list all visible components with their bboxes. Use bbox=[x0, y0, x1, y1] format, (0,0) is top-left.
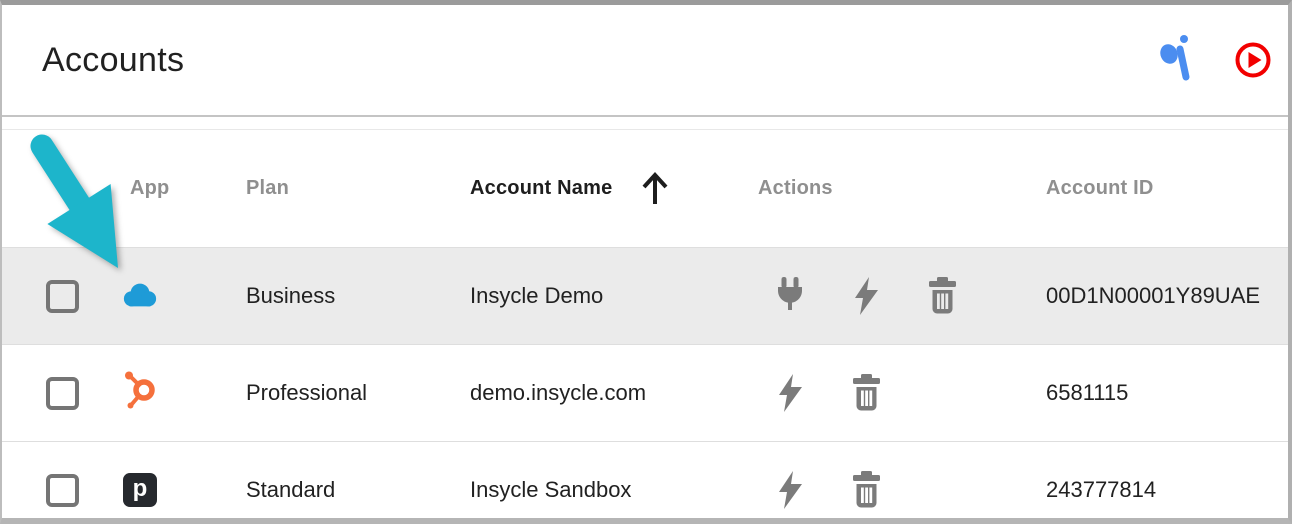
plug-icon[interactable] bbox=[773, 277, 807, 315]
trash-icon[interactable] bbox=[849, 374, 883, 412]
column-header-account-name[interactable]: Account Name bbox=[470, 171, 758, 207]
plan-cell: Standard bbox=[246, 477, 336, 502]
header-actions bbox=[1158, 33, 1288, 87]
column-header-actions[interactable]: Actions bbox=[758, 177, 1046, 200]
table-top-divider bbox=[2, 117, 1288, 130]
column-header-app[interactable]: App bbox=[110, 177, 246, 200]
actions-cell bbox=[758, 374, 1046, 412]
actions-cell bbox=[758, 471, 1046, 509]
account-name-cell: Insycle Demo bbox=[470, 283, 604, 308]
page-header: Accounts bbox=[2, 5, 1288, 117]
table-row: Professional demo.insycle.com 6581115 bbox=[2, 344, 1288, 441]
accounts-panel: Accounts App Plan Account Name Actions A… bbox=[0, 0, 1292, 524]
plan-cell: Business bbox=[246, 283, 336, 308]
account-id-cell: 6581115 bbox=[1046, 380, 1129, 405]
row-checkbox[interactable] bbox=[46, 376, 79, 410]
lightning-icon[interactable] bbox=[773, 374, 807, 412]
sort-ascending-icon bbox=[638, 171, 672, 207]
table-header-row: App Plan Account Name Actions Account ID bbox=[2, 130, 1288, 247]
account-id-cell: 243777814 bbox=[1046, 477, 1157, 502]
hubspot-sprocket-icon bbox=[122, 371, 158, 409]
lightning-icon[interactable] bbox=[849, 277, 883, 315]
lightning-icon[interactable] bbox=[773, 471, 807, 509]
table-row: p Standard Insycle Sandbox 243777814 bbox=[2, 441, 1288, 518]
row-select-cell bbox=[2, 376, 110, 410]
column-header-account-id[interactable]: Account ID bbox=[1046, 177, 1288, 200]
top-border-notch bbox=[628, 0, 850, 5]
row-app-cell bbox=[110, 277, 246, 315]
salesforce-cloud-icon bbox=[122, 277, 158, 313]
column-header-plan[interactable]: Plan bbox=[246, 177, 470, 200]
actions-cell bbox=[758, 277, 1046, 315]
row-select-cell bbox=[2, 473, 110, 507]
page-title: Accounts bbox=[42, 40, 185, 79]
play-icon[interactable] bbox=[1234, 41, 1272, 79]
table-row: Business Insycle Demo 00D1N00001Y89UAE bbox=[2, 247, 1288, 344]
row-app-cell bbox=[110, 371, 246, 414]
account-name-cell: demo.insycle.com bbox=[470, 380, 647, 405]
trash-icon[interactable] bbox=[849, 471, 883, 509]
trash-icon[interactable] bbox=[925, 277, 959, 315]
account-name-cell: Insycle Sandbox bbox=[470, 477, 632, 502]
account-id-cell: 00D1N00001Y89UAE bbox=[1046, 283, 1261, 308]
row-checkbox[interactable] bbox=[46, 473, 79, 507]
pipedrive-letter: p bbox=[123, 473, 157, 507]
row-checkbox[interactable] bbox=[46, 279, 79, 313]
plan-cell: Professional bbox=[246, 380, 368, 405]
row-app-cell: p bbox=[110, 472, 246, 508]
row-select-cell bbox=[2, 279, 110, 313]
blue-logo-icon[interactable] bbox=[1158, 33, 1194, 87]
column-header-account-name-label: Account Name bbox=[470, 177, 613, 199]
pipedrive-icon: p bbox=[122, 472, 158, 508]
